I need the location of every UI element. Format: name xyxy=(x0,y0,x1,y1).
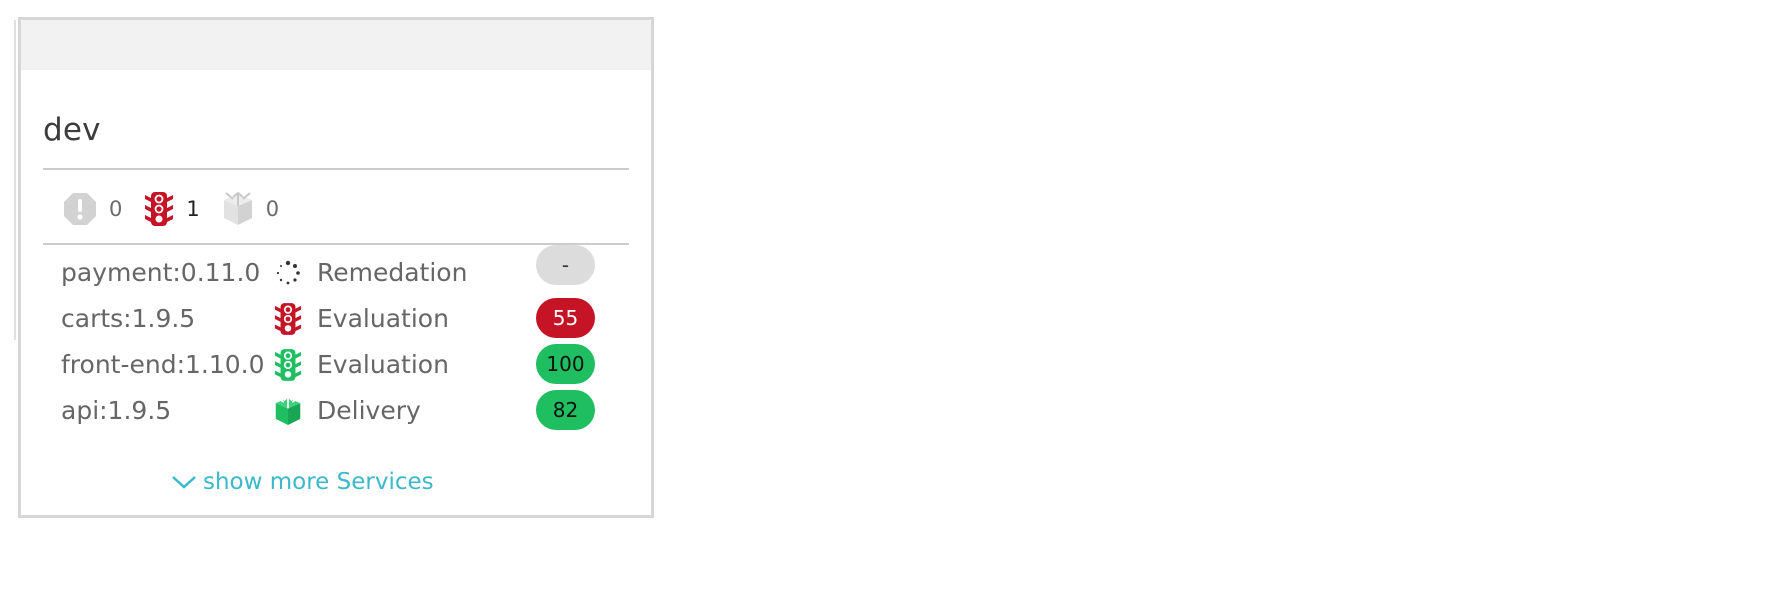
service-name[interactable]: payment:0.11.0 xyxy=(61,258,260,287)
score-badge[interactable]: 100 xyxy=(536,344,595,384)
service-stage: Remedation xyxy=(317,258,468,287)
service-row[interactable]: api:1.9.5 Delivery 82 xyxy=(61,388,621,434)
score-badge[interactable]: 82 xyxy=(536,390,595,430)
show-more-label: show more Services xyxy=(203,469,434,495)
delivery-box-icon xyxy=(274,394,302,428)
service-stage: Delivery xyxy=(317,396,421,425)
delivery-box-icon xyxy=(222,192,254,226)
problems-count: 0 xyxy=(109,197,123,221)
service-name[interactable]: carts:1.9.5 xyxy=(61,304,195,333)
service-row[interactable]: carts:1.9.5 Evaluation 55 xyxy=(61,296,621,342)
deliveries-count: 0 xyxy=(265,197,280,221)
service-row[interactable]: payment:0.11.0 Remedation - xyxy=(61,245,621,296)
score-badge[interactable]: - xyxy=(536,245,595,285)
evaluations-count: 1 xyxy=(186,197,200,221)
service-name[interactable]: api:1.9.5 xyxy=(61,396,171,425)
background-panel-edge xyxy=(14,20,16,340)
show-more-services-link[interactable]: show more Services xyxy=(171,468,434,496)
service-name[interactable]: front-end:1.10.0 xyxy=(61,350,265,379)
service-stage: Evaluation xyxy=(317,350,449,379)
score-badge[interactable]: 55 xyxy=(536,298,595,338)
divider xyxy=(43,168,629,170)
summary-evaluations[interactable]: 1 xyxy=(144,191,200,227)
stage-title: dev xyxy=(43,112,101,148)
summary-problems[interactable]: 0 xyxy=(63,192,122,226)
chevron-down-icon xyxy=(171,468,203,496)
problem-icon xyxy=(63,192,97,226)
traffic-light-icon xyxy=(274,348,302,382)
summary-deliveries[interactable]: 0 xyxy=(222,192,279,226)
traffic-light-icon xyxy=(144,191,174,227)
stage-card: dev 0 1 0 payment:0.11.0 Remedation - ca… xyxy=(18,17,654,518)
service-stage: Evaluation xyxy=(317,304,449,333)
service-list: payment:0.11.0 Remedation - carts:1.9.5 xyxy=(61,245,621,434)
stage-summary: 0 1 0 xyxy=(63,190,301,228)
card-header xyxy=(21,20,651,70)
traffic-light-icon xyxy=(274,302,302,336)
divider xyxy=(43,243,629,245)
loading-spinner-icon xyxy=(274,256,302,290)
service-row[interactable]: front-end:1.10.0 Evaluation 100 xyxy=(61,342,621,388)
